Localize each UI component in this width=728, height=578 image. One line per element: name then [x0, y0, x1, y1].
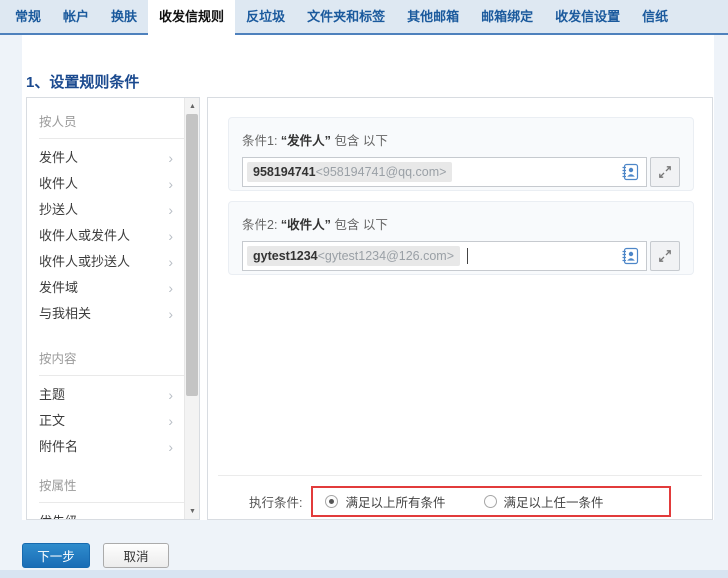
chevron-right-icon: › — [168, 408, 173, 434]
chevron-right-icon: › — [168, 509, 173, 520]
chevron-right-icon: › — [168, 171, 173, 197]
address-book-icon — [620, 162, 640, 182]
condition-1-group: 条件1: “发件人” 包含 以下 958194741<958194741@qq.… — [228, 117, 694, 191]
sidebar-item-label: 发件域 — [39, 280, 78, 295]
chevron-right-icon: › — [168, 223, 173, 249]
scrollbar-up-button[interactable]: ▲ — [185, 98, 200, 114]
sidebar-item-label: 收件人或发件人 — [39, 228, 130, 243]
sidebar-item-cc[interactable]: 抄送人 › — [39, 197, 199, 223]
scrollbar-down-button[interactable]: ▼ — [185, 503, 200, 519]
text-cursor — [467, 248, 468, 264]
sidebar-group-by-attribute: 按属性 — [39, 476, 199, 496]
settings-tabbar: 常规 帐户 换肤 收发信规则 反垃圾 文件夹和标签 其他邮箱 邮箱绑定 收发信设… — [0, 0, 728, 35]
sidebar-item-label: 发件人 — [39, 150, 78, 165]
expand-icon — [658, 249, 672, 263]
condition-1-address-input[interactable]: 958194741<958194741@qq.com> — [242, 157, 647, 187]
sidebar-item-label: 与我相关 — [39, 306, 91, 321]
contact-chip[interactable]: gytest1234<gytest1234@126.com> — [247, 246, 460, 266]
chevron-right-icon: › — [168, 249, 173, 275]
sidebar-item-attachment-name[interactable]: 附件名 › — [39, 434, 199, 460]
sidebar-item-priority[interactable]: 优先级 › — [39, 509, 199, 520]
execution-condition-row: 执行条件: 满足以上所有条件 满足以上任一条件 — [208, 482, 712, 520]
sidebar-item-label: 正文 — [39, 413, 65, 428]
sidebar-item-label: 主题 — [39, 387, 65, 402]
radio-label: 满足以上所有条件 — [345, 492, 445, 511]
divider — [39, 502, 185, 503]
sidebar-item-label: 收件人 — [39, 176, 78, 191]
radio-button-icon[interactable] — [484, 495, 497, 508]
tab-skin[interactable]: 换肤 — [100, 0, 148, 33]
page-title: 1、设置规则条件 — [26, 71, 139, 92]
highlight-red-box: 满足以上所有条件 满足以上任一条件 — [311, 486, 671, 517]
chevron-right-icon: › — [168, 197, 173, 223]
tab-send-receive-settings[interactable]: 收发信设置 — [544, 0, 631, 33]
expand-icon — [658, 165, 672, 179]
condition-2-label: 条件2: “收件人” 包含 以下 — [242, 214, 680, 233]
condition-category-list: 按人员 发件人 › 收件人 › 抄送人 › 收件人或发件人 › 收件人或抄送人 › 发件域… — [26, 97, 200, 520]
sidebar-item-related-to-me[interactable]: 与我相关 › — [39, 301, 199, 327]
tab-general[interactable]: 常规 — [4, 0, 52, 33]
chevron-right-icon: › — [168, 434, 173, 460]
sidebar-group-by-person: 按人员 — [39, 112, 199, 132]
chevron-right-icon: › — [168, 301, 173, 327]
cancel-button[interactable]: 取消 — [103, 543, 169, 568]
tab-antispam[interactable]: 反垃圾 — [235, 0, 296, 33]
contacts-button[interactable] — [619, 245, 641, 267]
divider — [218, 475, 702, 476]
contacts-button[interactable] — [619, 161, 641, 183]
scrollbar-thumb[interactable] — [186, 114, 198, 396]
condition-2-group: 条件2: “收件人” 包含 以下 gytest1234<gytest1234@1… — [228, 201, 694, 275]
sidebar-item-sender[interactable]: 发件人 › — [39, 145, 199, 171]
tab-mailbox-binding[interactable]: 邮箱绑定 — [470, 0, 544, 33]
sidebar-item-body[interactable]: 正文 › — [39, 408, 199, 434]
rule-conditions-panel: 条件1: “发件人” 包含 以下 958194741<958194741@qq.… — [207, 97, 713, 520]
bottom-strip — [0, 570, 728, 578]
chevron-right-icon: › — [168, 382, 173, 408]
sidebar-item-label: 抄送人 — [39, 202, 78, 217]
sidebar-scrollbar[interactable]: ▲ ▼ — [184, 98, 199, 519]
tab-other-mailbox[interactable]: 其他邮箱 — [396, 0, 470, 33]
radio-any-condition[interactable]: 满足以上任一条件 — [484, 492, 604, 511]
sidebar-item-label: 优先级 — [39, 514, 78, 520]
divider — [39, 138, 185, 139]
radio-label: 满足以上任一条件 — [504, 492, 604, 511]
sidebar-item-sender-domain[interactable]: 发件域 › — [39, 275, 199, 301]
execution-condition-label: 执行条件: — [249, 492, 302, 511]
expand-editor-button[interactable] — [650, 241, 680, 271]
condition-1-label: 条件1: “发件人” 包含 以下 — [242, 130, 680, 149]
sidebar-item-label: 收件人或抄送人 — [39, 254, 130, 269]
sidebar-item-recipient-or-cc[interactable]: 收件人或抄送人 › — [39, 249, 199, 275]
chevron-right-icon: › — [168, 275, 173, 301]
radio-all-conditions[interactable]: 满足以上所有条件 — [325, 492, 445, 511]
expand-editor-button[interactable] — [650, 157, 680, 187]
sidebar-item-label: 附件名 — [39, 439, 78, 454]
condition-2-address-input[interactable]: gytest1234<gytest1234@126.com> — [242, 241, 647, 271]
address-book-icon — [620, 246, 640, 266]
sidebar-group-by-content: 按内容 — [39, 349, 199, 369]
radio-button-icon[interactable] — [325, 495, 338, 508]
tab-account[interactable]: 帐户 — [52, 0, 100, 33]
tab-folders-labels[interactable]: 文件夹和标签 — [296, 0, 396, 33]
chevron-right-icon: › — [168, 145, 173, 171]
contact-chip[interactable]: 958194741<958194741@qq.com> — [247, 162, 452, 182]
next-step-button[interactable]: 下一步 — [22, 543, 90, 568]
sidebar-item-recipient[interactable]: 收件人 › — [39, 171, 199, 197]
sidebar-item-recipient-or-sender[interactable]: 收件人或发件人 › — [39, 223, 199, 249]
tab-mail-rules[interactable]: 收发信规则 — [148, 0, 235, 35]
tab-stationery[interactable]: 信纸 — [631, 0, 679, 33]
divider — [39, 375, 185, 376]
sidebar-item-subject[interactable]: 主题 › — [39, 382, 199, 408]
